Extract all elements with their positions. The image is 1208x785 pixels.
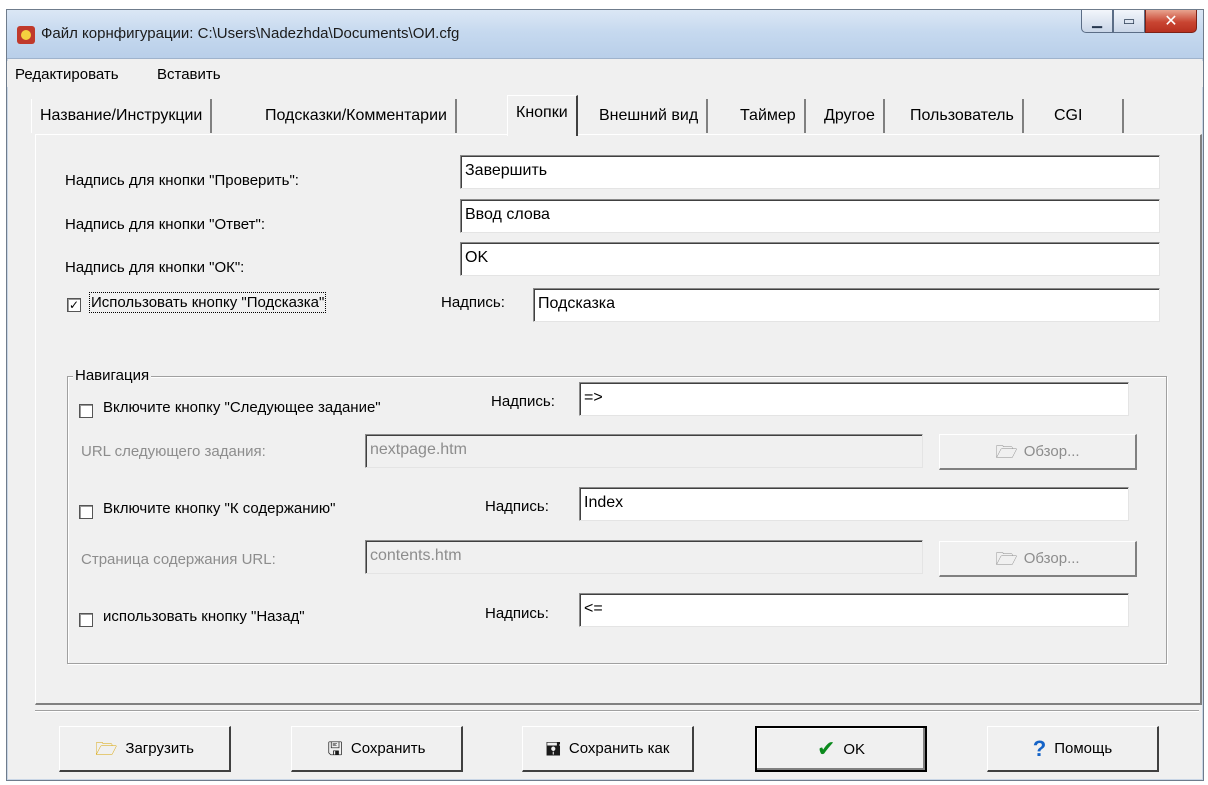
config-window: Файл корнфигурации: C:\Users\Nadezhda\Do… — [6, 9, 1204, 781]
checkmark-icon: ✔ — [816, 736, 836, 761]
help-button[interactable]: ? Помощь — [987, 726, 1159, 772]
tab-cgi[interactable]: CGI — [1046, 99, 1124, 133]
save-as-button[interactable]: 🖬 Сохранить как — [522, 726, 694, 772]
answer-button-caption-label: Надпись для кнопки "Ответ": — [65, 216, 265, 233]
ok-button-label: OK — [843, 740, 866, 758]
contents-url-label: Страница содержания URL: — [81, 551, 276, 568]
save-as-icon: 🖬 — [545, 738, 561, 759]
ok-button-caption-label: Надпись для кнопки "ОК": — [65, 259, 245, 276]
folder-icon: 🗁 — [995, 441, 1018, 462]
footer-separator — [35, 710, 1199, 712]
load-button[interactable]: 🗁 Загрузить — [59, 726, 231, 772]
tab-timer[interactable]: Таймер — [732, 99, 806, 133]
save-as-button-label: Сохранить как — [568, 740, 670, 757]
contents-url-input[interactable]: contents.htm — [365, 540, 923, 574]
close-button[interactable]: ✕ — [1145, 10, 1197, 33]
window-controls: ▁ ▭ ✕ — [1081, 10, 1197, 36]
back-caption-label: Надпись: — [485, 605, 549, 622]
help-icon: ? — [1032, 735, 1047, 761]
contents-checkbox-label[interactable]: Включите кнопку "К содержанию" — [103, 500, 336, 517]
floppy-disk-icon: 🖫 — [327, 738, 343, 759]
next-caption-label: Надпись: — [491, 393, 555, 410]
close-icon: ✕ — [1164, 13, 1178, 30]
back-caption-input[interactable]: <= — [579, 593, 1129, 627]
tab-buttons[interactable]: Кнопки — [507, 95, 578, 136]
maximize-button[interactable]: ▭ — [1113, 10, 1145, 33]
next-url-browse-button[interactable]: 🗁 Обзор... — [939, 434, 1137, 470]
checkmark-icon: ✓ — [68, 298, 80, 312]
contents-caption-input[interactable]: Index — [579, 487, 1129, 521]
load-button-label: Загрузить — [125, 740, 194, 757]
ok-button-caption-input[interactable]: OK — [460, 242, 1160, 276]
tab-other[interactable]: Другое — [816, 99, 885, 133]
hint-caption-label: Надпись: — [441, 294, 505, 311]
navigation-legend: Навигация — [73, 367, 152, 384]
contents-url-browse-button[interactable]: 🗁 Обзор... — [939, 541, 1137, 577]
answer-button-caption-input[interactable]: Ввод слова — [460, 199, 1160, 233]
menu-insert[interactable]: Вставить — [157, 66, 221, 83]
contents-caption-label: Надпись: — [485, 498, 549, 515]
help-button-label: Помощь — [1054, 740, 1113, 757]
title-bar[interactable]: Файл корнфигурации: C:\Users\Nadezhda\Do… — [7, 10, 1203, 59]
minimize-button[interactable]: ▁ — [1081, 10, 1113, 33]
next-url-input[interactable]: nextpage.htm — [365, 434, 923, 468]
menu-edit[interactable]: Редактировать — [15, 66, 119, 83]
save-button-label: Сохранить — [350, 740, 426, 757]
check-button-caption-input[interactable]: Завершить — [460, 155, 1160, 189]
next-url-label: URL следующего задания: — [81, 443, 266, 460]
back-button-checkbox[interactable] — [79, 613, 93, 627]
contents-checkbox[interactable] — [79, 505, 93, 519]
next-task-checkbox-label[interactable]: Включите кнопку "Следующее задание" — [103, 399, 381, 416]
save-button[interactable]: 🖫 Сохранить — [291, 726, 463, 772]
ok-button[interactable]: ✔ OK — [755, 726, 927, 772]
check-button-caption-label: Надпись для кнопки "Проверить": — [65, 172, 299, 189]
folder-open-icon: 🗁 — [95, 738, 118, 759]
menu-bar: Редактировать Вставить — [7, 61, 1203, 87]
browse-label: Обзор... — [1023, 443, 1080, 460]
hint-caption-input[interactable]: Подсказка — [533, 288, 1160, 322]
back-button-checkbox-label[interactable]: использовать кнопку "Назад" — [103, 608, 305, 625]
app-icon — [17, 26, 35, 44]
browse-label: Обзор... — [1023, 550, 1080, 567]
next-caption-input[interactable]: => — [579, 382, 1129, 416]
hint-button-checkbox-label[interactable]: Использовать кнопку "Подсказка" — [88, 292, 327, 313]
next-task-checkbox[interactable] — [79, 404, 93, 418]
tab-user[interactable]: Пользователь — [902, 99, 1024, 133]
hint-button-checkbox[interactable]: ✓ — [67, 298, 81, 312]
maximize-icon: ▭ — [1122, 13, 1136, 28]
window-title: Файл корнфигурации: C:\Users\Nadezhda\Do… — [41, 25, 460, 42]
tab-hints-comments[interactable]: Подсказки/Комментарии — [257, 99, 457, 133]
minimize-icon: ▁ — [1092, 13, 1102, 28]
tab-title-instructions[interactable]: Название/Инструкции — [31, 99, 213, 133]
tab-appearance[interactable]: Внешний вид — [591, 99, 709, 133]
folder-icon: 🗁 — [995, 548, 1018, 569]
